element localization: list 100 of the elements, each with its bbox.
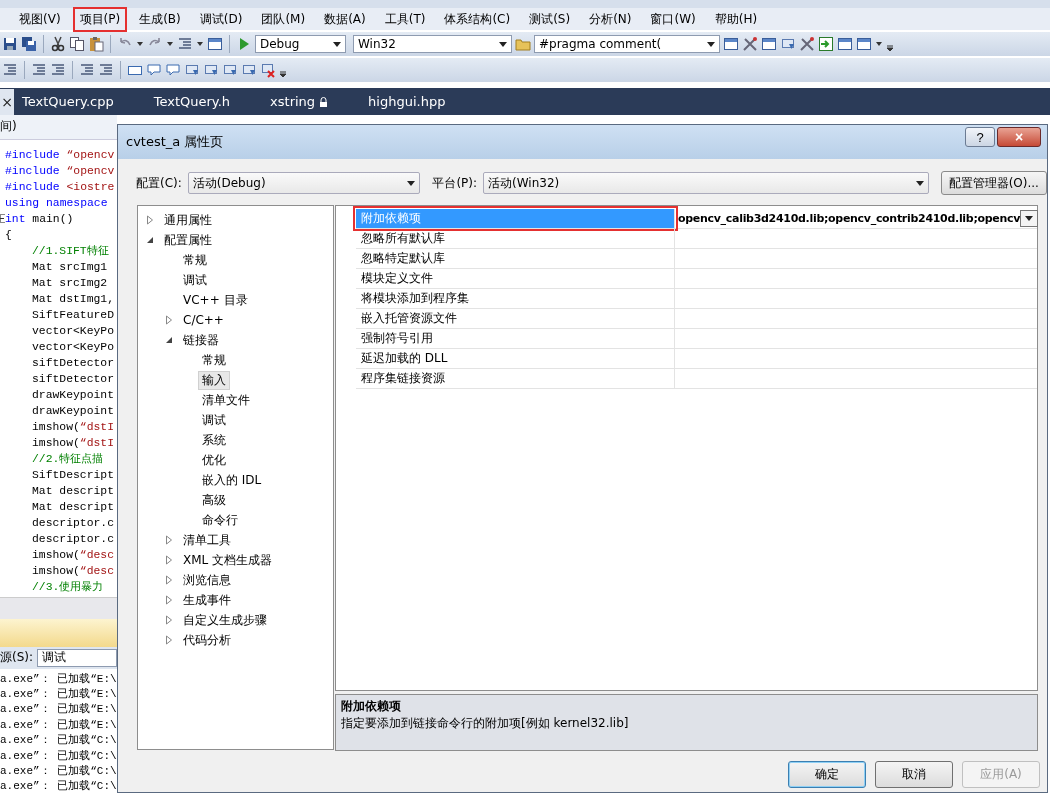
comment-icon[interactable] [165,62,181,78]
config-manager-button[interactable]: 配置管理器(O)... [940,171,1047,195]
bookmark-icon[interactable] [203,62,219,78]
collapsed-arrow-icon[interactable] [165,575,173,585]
save-all-icon[interactable] [21,36,37,52]
property-name[interactable]: 嵌入托管资源文件 [356,309,675,328]
menu-item[interactable]: 调试(D) [192,6,250,32]
dropdown-arrow-icon[interactable] [499,41,507,47]
platform-dropdown[interactable]: 活动(Win32) [483,172,929,194]
menu-item[interactable]: 工具(T) [377,6,433,32]
menu-item[interactable]: 项目(P) [72,6,128,32]
property-name[interactable]: 模块定义文件 [356,269,675,288]
collapsed-arrow-icon[interactable] [165,595,173,605]
collapsed-arrow-icon[interactable] [165,635,173,645]
menu-item[interactable]: 分析(N) [582,6,639,32]
horizontal-scrollbar[interactable] [0,596,117,620]
tree-item[interactable]: 调试 [179,270,211,290]
platform-dropdown[interactable]: Win32 [353,35,512,53]
tree-item[interactable]: VC++ 目录 [179,290,252,310]
collapsed-arrow-icon[interactable] [165,535,173,545]
tree-item[interactable]: 自定义生成步骤 [179,610,271,630]
dialog-button[interactable]: 取消 [875,761,953,788]
window-icon[interactable] [723,36,739,52]
scope-dropdown[interactable]: 间) [0,118,17,136]
tree-item[interactable]: 清单文件 [198,390,254,410]
menu-item[interactable]: 体系结构(C) [437,6,518,32]
value-dropdown-icon[interactable] [1020,210,1039,227]
indent-icon[interactable] [31,62,47,78]
property-name[interactable]: 将模块添加到程序集 [356,289,675,308]
tree-item[interactable]: 配置属性 [160,230,216,250]
tree-item[interactable]: 浏览信息 [179,570,235,590]
collapsed-arrow-icon[interactable] [165,555,173,565]
find-dropdown[interactable]: #pragma comment( [534,35,720,53]
source-dropdown[interactable]: 调试 [37,648,117,667]
bookmark-icon[interactable] [184,62,200,78]
scissors-icon[interactable] [50,36,66,52]
tree-item[interactable]: 清单工具 [179,530,235,550]
tree-item[interactable]: 高级 [198,490,230,510]
collapsed-arrow-icon[interactable] [165,315,173,325]
config-dropdown[interactable]: 活动(Debug) [187,172,421,194]
dialog-button[interactable]: 确定 [788,761,866,788]
clipboard-icon[interactable] [88,36,104,52]
property-name[interactable]: 强制符号引用 [356,329,675,348]
file-tab[interactable]: xstring [262,94,347,109]
expanded-arrow-icon[interactable] [165,336,173,344]
tree-item[interactable]: 通用属性 [160,210,216,230]
tree-item[interactable]: 系统 [198,430,230,450]
menu-item[interactable]: 团队(M) [254,6,313,32]
menu-item[interactable]: 窗口(W) [643,6,703,32]
indent-icon[interactable] [2,62,18,78]
menu-item[interactable]: 数据(A) [317,6,373,32]
indent-icon[interactable] [50,62,66,78]
tree-item[interactable]: 生成事件 [179,590,235,610]
bookmark-icon[interactable] [780,36,796,52]
tree-item[interactable]: XML 文档生成器 [179,550,277,570]
tree-item[interactable]: C/C++ [179,312,228,328]
configuration-dropdown[interactable]: Debug [255,35,346,53]
property-name[interactable]: 程序集链接资源 [356,369,675,388]
tree-item[interactable]: 输入 [198,370,230,390]
menu-item[interactable]: 测试(S) [522,6,578,32]
tree-item[interactable]: 调试 [198,410,230,430]
property-name[interactable]: 忽略特定默认库 [356,249,675,268]
indent-icon[interactable] [79,62,95,78]
property-value[interactable]: opencv_calib3d2410d.lib;opencv_contrib2410d.lib;opencv [678,212,1021,225]
collapse-icon[interactable] [0,214,5,224]
collapsed-arrow-icon[interactable] [165,615,173,625]
collapsed-arrow-icon[interactable] [146,215,154,225]
file-tab[interactable]: highgui.hpp [360,94,464,109]
menu-item[interactable]: 生成(B) [132,6,188,32]
dropdown-arrow-icon[interactable] [333,41,341,47]
bookmark-icon[interactable] [241,62,257,78]
clear-bookmark-icon[interactable] [260,62,276,78]
window-icon[interactable] [856,36,872,52]
dropdown-arrow-icon[interactable] [1025,216,1034,221]
tree-item[interactable]: 常规 [198,350,230,370]
expanded-arrow-icon[interactable] [146,236,154,244]
bookmark-icon[interactable] [222,62,238,78]
file-tab[interactable]: TextQuery.cpp [14,94,132,109]
menu-item[interactable]: 视图(V) [12,6,68,32]
save-icon[interactable] [2,36,18,52]
property-name[interactable]: 延迟加载的 DLL [356,349,675,368]
dropdown-arrow-icon[interactable] [915,180,924,186]
dropdown-arrow-icon[interactable] [707,41,715,47]
indent-icon[interactable] [98,62,114,78]
copy-icon[interactable] [69,36,85,52]
window-icon[interactable] [837,36,853,52]
dropdown-arrow-icon[interactable] [407,180,416,186]
tree-item[interactable]: 嵌入的 IDL [198,470,266,490]
tree-item[interactable]: 优化 [198,450,230,470]
property-name[interactable]: 忽略所有默认库 [356,229,675,248]
close-tab-button[interactable]: × [0,88,14,115]
tree-item[interactable]: 命令行 [198,510,242,530]
tree-item[interactable]: 常规 [179,250,211,270]
window-icon[interactable] [761,36,777,52]
tree-item[interactable]: 代码分析 [179,630,235,650]
file-tab[interactable]: TextQuery.h [145,94,249,109]
help-button[interactable]: ? [965,127,995,147]
tree-item[interactable]: 链接器 [179,330,223,350]
window-icon[interactable] [207,36,223,52]
menu-item[interactable]: 帮助(H) [707,6,765,32]
